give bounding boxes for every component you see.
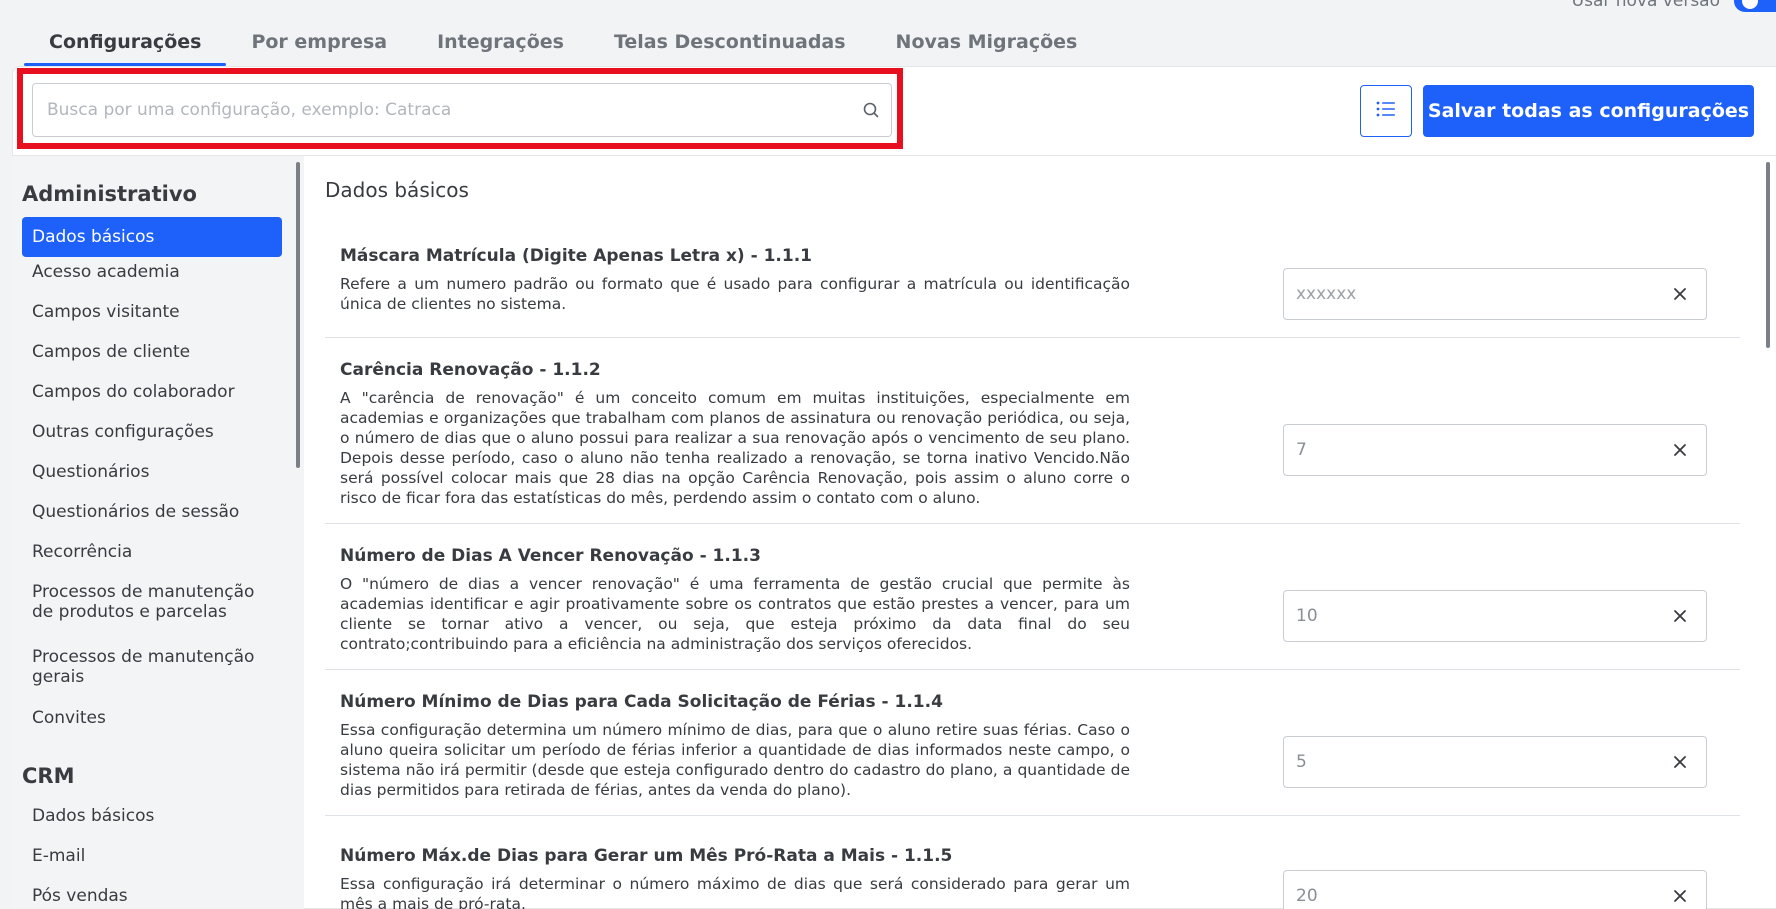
tab-integracoes[interactable]: Integrações	[412, 20, 589, 64]
config-item-title: Número Mínimo de Dias para Cada Solicita…	[340, 692, 943, 712]
search-highlight-box	[17, 68, 903, 149]
config-item: Número Máx.de Dias para Gerar um Mês Pró…	[325, 816, 1740, 909]
tab-bar: Configurações Por empresa Integrações Te…	[24, 20, 1103, 66]
config-item: Número de Dias A Vencer Renovação - 1.1.…	[325, 524, 1740, 670]
sidebar: Administrativo Dados básicos Acesso acad…	[12, 156, 304, 909]
list-view-button[interactable]	[1360, 85, 1412, 137]
sidebar-item-recorrencia[interactable]: Recorrência	[22, 542, 282, 562]
sidebar-scrollbar[interactable]	[296, 162, 300, 468]
sidebar-item-questionarios[interactable]: Questionários	[22, 462, 282, 482]
config-field-input[interactable]	[1284, 425, 1654, 475]
config-item: Máscara Matrícula (Digite Apenas Letra x…	[325, 232, 1740, 338]
sidebar-item-outras-configuracoes[interactable]: Outras configurações	[22, 422, 282, 442]
tab-configuracoes[interactable]: Configurações	[24, 20, 227, 66]
sidebar-item-convites[interactable]: Convites	[22, 708, 282, 728]
config-item-title: Carência Renovação - 1.1.2	[340, 360, 601, 380]
list-icon	[1376, 101, 1396, 121]
main-scrollbar[interactable]	[1766, 162, 1770, 348]
config-item: Número Mínimo de Dias para Cada Solicita…	[325, 670, 1740, 816]
sidebar-item-pos-vendas[interactable]: Pós vendas	[22, 886, 282, 906]
config-field	[1283, 736, 1707, 788]
config-field-input[interactable]	[1284, 591, 1654, 641]
clear-icon[interactable]	[1654, 286, 1706, 302]
config-field-input[interactable]	[1284, 737, 1654, 787]
config-item-description: A "carência de renovação" é um conceito …	[340, 389, 1130, 507]
config-field	[1283, 268, 1707, 320]
clear-icon[interactable]	[1654, 608, 1706, 624]
config-item-description: O "número de dias a vencer renovação" é …	[340, 575, 1130, 653]
sidebar-item-acesso-academia[interactable]: Acesso academia	[22, 262, 282, 282]
sidebar-item-campos-de-cliente[interactable]: Campos de cliente	[22, 342, 282, 362]
clear-icon[interactable]	[1654, 888, 1706, 904]
clear-icon[interactable]	[1654, 442, 1706, 458]
sidebar-item-processos-produtos-parcelas[interactable]: Processos de manutenção de produtos e pa…	[22, 582, 282, 622]
sidebar-section-title: CRM	[22, 764, 75, 788]
page-title: Dados básicos	[325, 178, 469, 202]
tab-novas-migracoes[interactable]: Novas Migrações	[871, 20, 1103, 64]
sidebar-item-campos-visitante[interactable]: Campos visitante	[22, 302, 282, 322]
new-version-toggle[interactable]: Usar nova versão	[1572, 0, 1776, 12]
tab-por-empresa[interactable]: Por empresa	[226, 20, 412, 64]
sidebar-item-processos-gerais[interactable]: Processos de manutenção gerais	[22, 647, 282, 687]
sidebar-item-crm-dados-basicos[interactable]: Dados básicos	[22, 806, 282, 826]
config-item-title: Número Máx.de Dias para Gerar um Mês Pró…	[340, 846, 953, 866]
config-field	[1283, 870, 1707, 909]
sidebar-item-email[interactable]: E-mail	[22, 846, 282, 866]
config-field-input[interactable]	[1284, 269, 1654, 319]
save-all-button[interactable]: Salvar todas as configurações	[1423, 85, 1754, 137]
toggle-knob	[1742, 0, 1758, 9]
new-version-toggle-label: Usar nova versão	[1571, 0, 1720, 11]
sidebar-item-campos-do-colaborador[interactable]: Campos do colaborador	[22, 382, 282, 402]
config-item-description: Refere a um numero padrão ou formato que…	[340, 275, 1130, 313]
toggle-switch[interactable]	[1734, 0, 1776, 12]
config-item: Carência Renovação - 1.1.2 A "carência d…	[325, 338, 1740, 524]
sidebar-item-dados-basicos[interactable]: Dados básicos	[22, 217, 282, 257]
sidebar-section-title: Administrativo	[22, 182, 197, 206]
clear-icon[interactable]	[1654, 754, 1706, 770]
tab-telas-descontinuadas[interactable]: Telas Descontinuadas	[589, 20, 871, 64]
config-item-description: Essa configuração determina um número mí…	[340, 721, 1130, 799]
config-item-title: Número de Dias A Vencer Renovação - 1.1.…	[340, 546, 761, 566]
config-item-title: Máscara Matrícula (Digite Apenas Letra x…	[340, 246, 812, 266]
config-field	[1283, 590, 1707, 642]
config-field-input[interactable]	[1284, 871, 1654, 909]
config-field	[1283, 424, 1707, 476]
config-item-description: Essa configuração irá determinar o númer…	[340, 875, 1130, 909]
sidebar-item-questionarios-de-sessao[interactable]: Questionários de sessão	[22, 502, 282, 522]
